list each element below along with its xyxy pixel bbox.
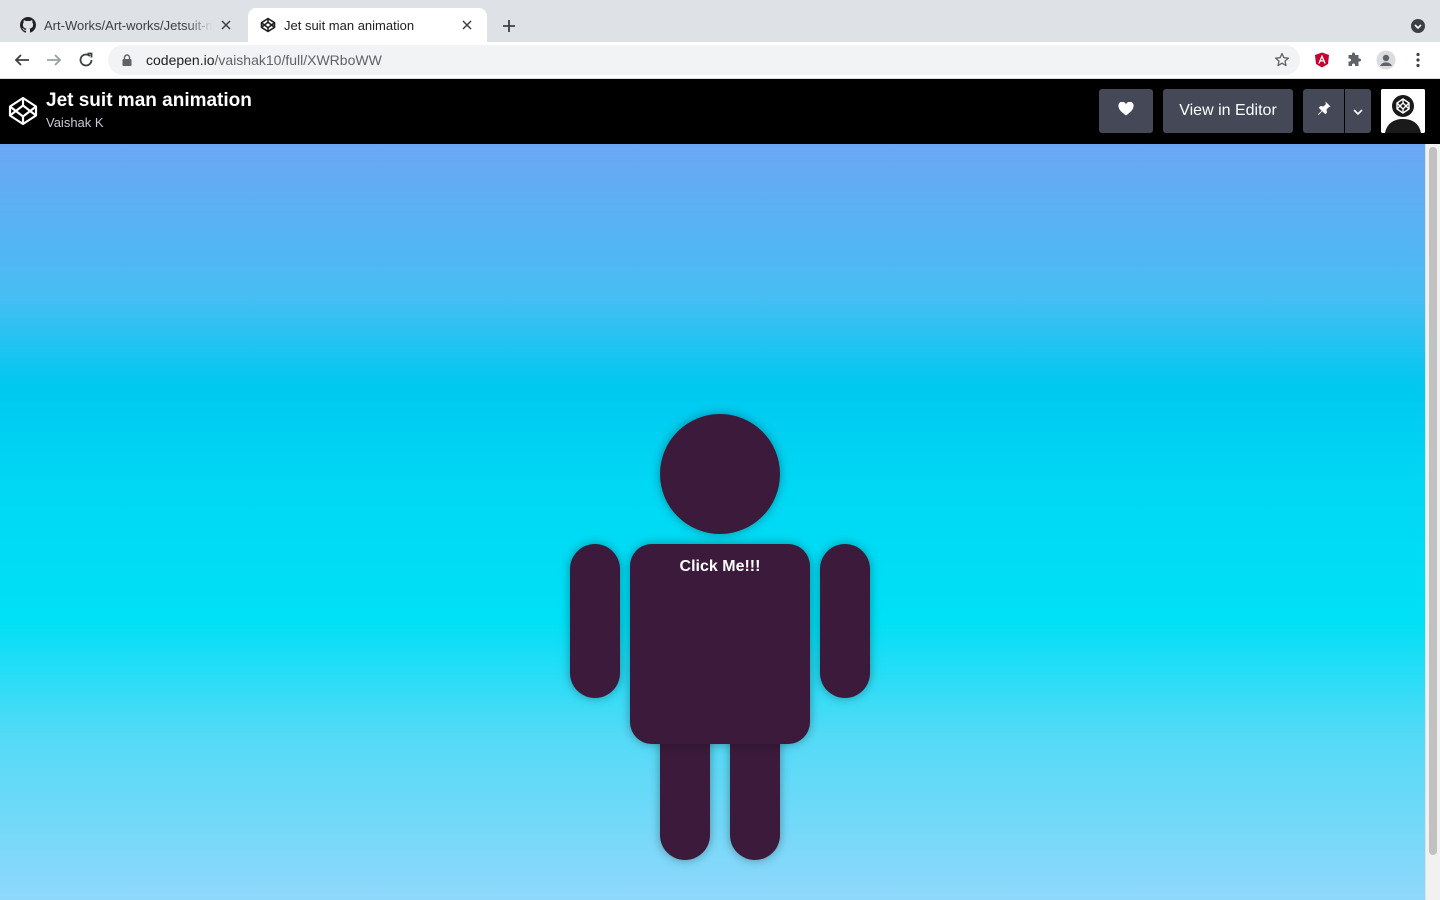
lock-icon[interactable]: [120, 53, 134, 67]
profile-avatar-icon[interactable]: [1374, 48, 1398, 72]
tab-title: Art-Works/Art-works/Jetsuit-man: [44, 17, 212, 33]
jet-man-head: [660, 414, 780, 534]
url-host: codepen.io: [146, 52, 215, 68]
pen-preview-stage: Click Me!!!: [0, 144, 1425, 900]
pin-icon: [1317, 101, 1331, 122]
pen-author-link[interactable]: Vaishak K: [46, 115, 104, 130]
reload-icon[interactable]: [72, 46, 100, 74]
user-avatar[interactable]: [1381, 89, 1425, 133]
scrollbar-thumb[interactable]: [1429, 147, 1437, 855]
page-scrollbar[interactable]: [1425, 144, 1440, 900]
codepen-logo-icon[interactable]: [8, 96, 38, 126]
codepen-icon: [260, 17, 276, 33]
url-path: /vaishak10/full/XWRboWW: [214, 52, 382, 68]
browser-toolbar: codepen.io/vaishak10/full/XWRboWW: [0, 42, 1440, 79]
bookmark-star-icon[interactable]: [1272, 50, 1292, 70]
angular-extension-icon[interactable]: [1310, 48, 1334, 72]
jet-man-left-arm: [570, 544, 620, 698]
address-bar[interactable]: codepen.io/vaishak10/full/XWRboWW: [108, 45, 1300, 75]
heart-icon: [1118, 101, 1134, 121]
forward-arrow-icon[interactable]: [40, 46, 68, 74]
tab-github[interactable]: Art-Works/Art-works/Jetsuit-man: [8, 8, 246, 42]
love-heart-button[interactable]: [1099, 89, 1153, 133]
extensions-puzzle-icon[interactable]: [1342, 48, 1366, 72]
tab-search-chevron-icon[interactable]: [1406, 14, 1430, 38]
url-text[interactable]: codepen.io/vaishak10/full/XWRboWW: [146, 52, 382, 68]
back-arrow-icon[interactable]: [8, 46, 36, 74]
close-tab-icon[interactable]: [459, 17, 475, 33]
tab-codepen[interactable]: Jet suit man animation: [248, 8, 487, 42]
github-icon: [20, 17, 36, 33]
pin-options-dropdown[interactable]: [1345, 89, 1371, 133]
browser-menu-kebab-icon[interactable]: [1406, 48, 1430, 72]
pin-button[interactable]: [1303, 89, 1344, 133]
click-me-button[interactable]: Click Me!!!: [630, 558, 810, 576]
tab-title: Jet suit man animation: [284, 17, 415, 33]
jet-man-right-arm: [820, 544, 870, 698]
codepen-header: Jet suit man animation Vaishak K View in…: [0, 79, 1440, 144]
pen-title: Jet suit man animation: [46, 90, 252, 111]
chevron-down-icon: [1353, 102, 1363, 120]
close-tab-icon[interactable]: [218, 17, 234, 33]
new-tab-plus-icon[interactable]: [497, 14, 521, 38]
view-in-editor-button[interactable]: View in Editor: [1163, 89, 1293, 133]
browser-tab-strip: Art-Works/Art-works/Jetsuit-man Jet suit…: [0, 0, 1440, 42]
